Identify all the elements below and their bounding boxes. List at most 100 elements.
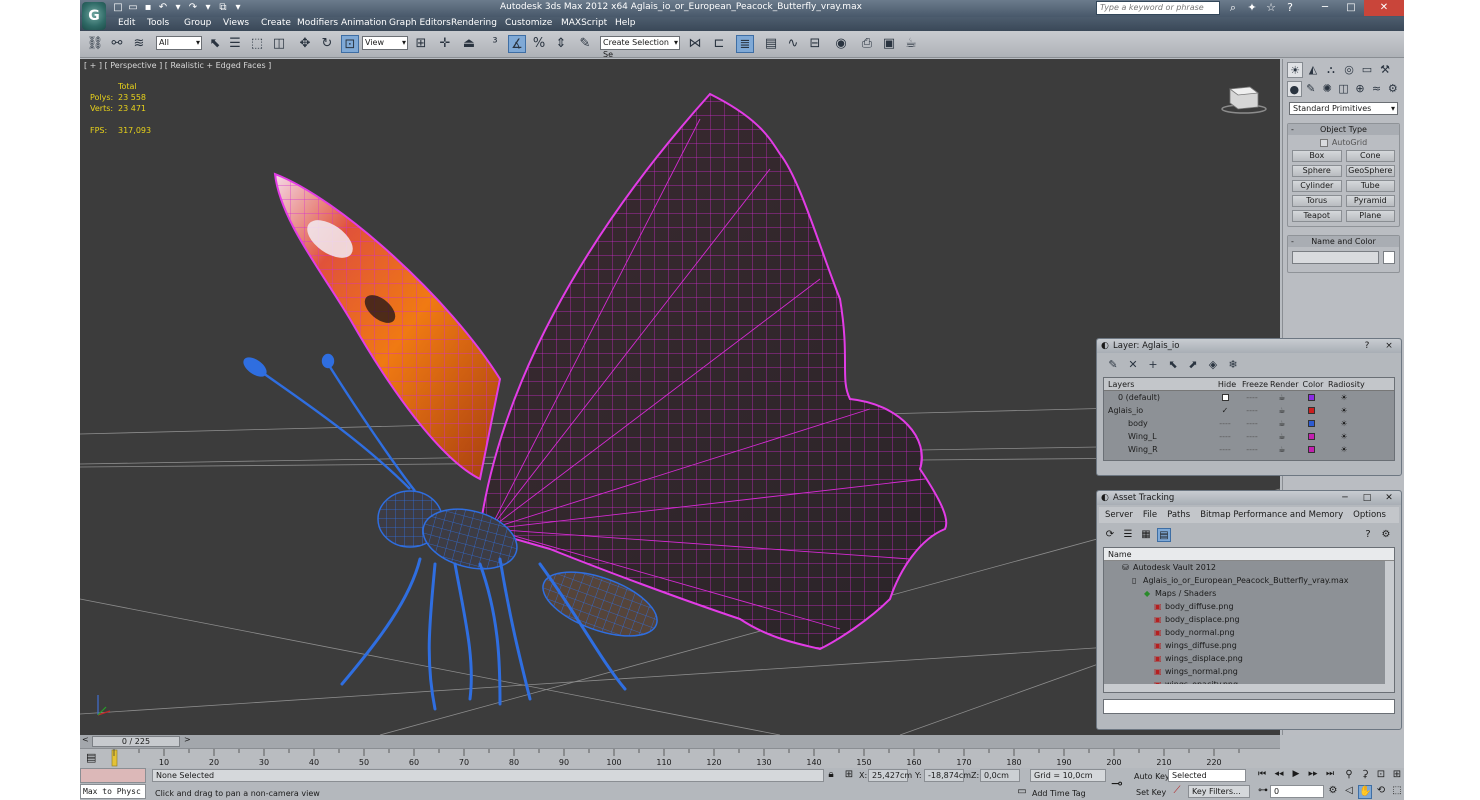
- add-time-tag[interactable]: Add Time Tag: [1032, 789, 1086, 798]
- absolute-mode-icon[interactable]: ⊞: [842, 769, 856, 780]
- primitive-category-dropdown[interactable]: Standard Primitives: [1289, 102, 1398, 115]
- undo-icon[interactable]: ↶: [157, 2, 169, 14]
- hide-toggle[interactable]: ----: [1212, 430, 1238, 443]
- bind-space-warp-icon[interactable]: ≋: [130, 35, 148, 53]
- key-mode-toggle-icon[interactable]: ⊶: [1256, 785, 1270, 796]
- minimize-button[interactable]: ─: [1337, 491, 1353, 505]
- at-menu-paths[interactable]: Paths: [1167, 510, 1190, 520]
- maxscript-listener-mini[interactable]: [80, 768, 146, 783]
- col-layers[interactable]: Layers: [1104, 378, 1212, 390]
- lock-selection-icon[interactable]: 🔒︎: [824, 769, 838, 780]
- application-button[interactable]: G: [82, 2, 106, 30]
- layer-row[interactable]: body ---- ---- ☕ ☀: [1104, 417, 1394, 430]
- redo-icon[interactable]: ↷: [187, 2, 199, 14]
- select-manipulate-icon[interactable]: ✛: [436, 35, 454, 53]
- autogrid-option[interactable]: AutoGrid: [1288, 138, 1399, 147]
- radiosity-icon[interactable]: ☀: [1324, 404, 1364, 417]
- at-settings-icon[interactable]: ⚙: [1379, 528, 1393, 542]
- snaps-toggle-icon[interactable]: ³: [486, 35, 504, 53]
- render-toggle-icon[interactable]: ☕: [1266, 430, 1298, 443]
- object-type-header[interactable]: - Object Type: [1288, 124, 1399, 135]
- reference-coordinate-dropdown[interactable]: View: [362, 36, 408, 50]
- table-view-icon[interactable]: ▤: [1157, 528, 1171, 542]
- shapes-icon[interactable]: ✎: [1304, 81, 1318, 97]
- menu-rendering[interactable]: Rendering: [451, 18, 497, 28]
- freeze-toggle[interactable]: ----: [1238, 404, 1266, 417]
- menu-modifiers[interactable]: Modifiers: [297, 18, 338, 28]
- orbit-icon[interactable]: ⟲: [1374, 785, 1388, 799]
- asset-row[interactable]: ▣ wings_diffuse.png: [1104, 639, 1394, 652]
- time-tag-icon[interactable]: ▭: [1015, 786, 1029, 797]
- zoom-all-icon[interactable]: ⚳: [1358, 769, 1372, 783]
- at-menu-file[interactable]: File: [1143, 510, 1157, 520]
- motion-tab-icon[interactable]: ◎: [1341, 62, 1357, 78]
- select-objects-icon[interactable]: ⬉: [1165, 357, 1181, 373]
- select-object-icon[interactable]: ⬉: [206, 35, 224, 53]
- key-selection-dropdown[interactable]: Selected: [1168, 769, 1246, 782]
- menu-customize[interactable]: Customize: [505, 18, 552, 28]
- layer-row[interactable]: Aglais_io ✓ ---- ☕ ☀: [1104, 404, 1394, 417]
- at-menu-bitmap[interactable]: Bitmap Performance and Memory: [1200, 510, 1343, 520]
- asset-row[interactable]: ▣ body_diffuse.png: [1104, 600, 1394, 613]
- cone-button[interactable]: Cone: [1345, 150, 1395, 162]
- layer-row[interactable]: Wing_R ---- ---- ☕ ☀: [1104, 443, 1394, 456]
- layer-color-swatch[interactable]: [1298, 404, 1324, 417]
- render-toggle-icon[interactable]: ☕: [1266, 443, 1298, 456]
- radiosity-icon[interactable]: ☀: [1324, 430, 1364, 443]
- render-setup-icon[interactable]: ⎙: [858, 35, 876, 53]
- unlink-icon[interactable]: ⚯: [108, 35, 126, 53]
- select-rotate-icon[interactable]: ↻: [318, 35, 336, 53]
- zoom-extents-all-icon[interactable]: ⊞: [1390, 769, 1404, 783]
- helpers-icon[interactable]: ⊕: [1353, 81, 1367, 97]
- asset-row[interactable]: ▣ body_displace.png: [1104, 613, 1394, 626]
- horizontal-scrollbar[interactable]: [1104, 684, 1394, 692]
- angle-snap-icon[interactable]: ∡: [508, 35, 526, 53]
- menu-help[interactable]: Help: [615, 18, 636, 28]
- current-frame-field[interactable]: 0: [1270, 785, 1324, 798]
- window-crossing-icon[interactable]: ◫: [270, 35, 288, 53]
- graphite-ribbon-icon[interactable]: ▤: [762, 35, 780, 53]
- pan-view-icon[interactable]: ✋: [1358, 785, 1372, 799]
- previous-frame-arrow-icon[interactable]: <: [82, 735, 89, 744]
- teapot-button[interactable]: Teapot: [1292, 210, 1342, 222]
- menu-create[interactable]: Create: [261, 18, 291, 28]
- save-file-icon[interactable]: ▪: [142, 2, 154, 14]
- go-to-start-icon[interactable]: ⏮: [1255, 769, 1269, 779]
- previous-frame-icon[interactable]: ◂◂: [1272, 769, 1286, 779]
- selection-filter-dropdown[interactable]: All: [156, 36, 202, 50]
- plane-button[interactable]: Plane: [1345, 210, 1395, 222]
- at-menu-options[interactable]: Options: [1353, 510, 1386, 520]
- asset-row[interactable]: ▣ wings_normal.png: [1104, 665, 1394, 678]
- select-scale-icon[interactable]: ⊡: [341, 35, 359, 53]
- close-button[interactable]: ✕: [1381, 491, 1397, 505]
- minimize-button[interactable]: ─: [1312, 0, 1338, 16]
- schematic-view-icon[interactable]: ⊟: [806, 35, 824, 53]
- asset-row[interactable]: ▣ body_normal.png: [1104, 626, 1394, 639]
- name-color-header[interactable]: - Name and Color: [1288, 236, 1399, 247]
- named-selection-sets-dropdown[interactable]: Create Selection Se: [600, 36, 680, 59]
- open-file-icon[interactable]: ▭: [127, 2, 139, 14]
- set-key-icon[interactable]: ⟋: [1170, 785, 1184, 796]
- systems-icon[interactable]: ⚙: [1386, 81, 1400, 97]
- col-radiosity[interactable]: Radiosity: [1324, 378, 1365, 390]
- freeze-toggle[interactable]: ----: [1238, 417, 1266, 430]
- new-file-icon[interactable]: □: [112, 2, 124, 14]
- geometry-icon[interactable]: ●: [1287, 81, 1302, 97]
- layer-row[interactable]: 0 (default) ---- ☕ ☀: [1104, 391, 1394, 404]
- qa-dropdown-icon[interactable]: ▾: [232, 2, 244, 14]
- z-coordinate-field[interactable]: 0,0cm: [980, 769, 1020, 782]
- hide-toggle[interactable]: [1212, 391, 1238, 404]
- freeze-toggle[interactable]: ----: [1238, 443, 1266, 456]
- favorites-icon[interactable]: ☆: [1264, 1, 1278, 15]
- layer-close-button[interactable]: ×: [1381, 339, 1397, 353]
- col-render[interactable]: Render: [1266, 378, 1298, 390]
- asset-column-name[interactable]: Name: [1104, 548, 1394, 561]
- search-input[interactable]: Type a keyword or phrase: [1096, 1, 1220, 15]
- help-icon[interactable]: ?: [1283, 1, 1297, 15]
- time-slider-thumb[interactable]: 0 / 225: [92, 736, 180, 747]
- redo-dropdown-icon[interactable]: ▾: [202, 2, 214, 14]
- layer-color-swatch[interactable]: [1298, 443, 1324, 456]
- tube-button[interactable]: Tube: [1345, 180, 1395, 192]
- next-frame-arrow-icon[interactable]: >: [184, 735, 191, 744]
- viewport-label[interactable]: [ + ] [ Perspective ] [ Realistic + Edge…: [84, 61, 271, 70]
